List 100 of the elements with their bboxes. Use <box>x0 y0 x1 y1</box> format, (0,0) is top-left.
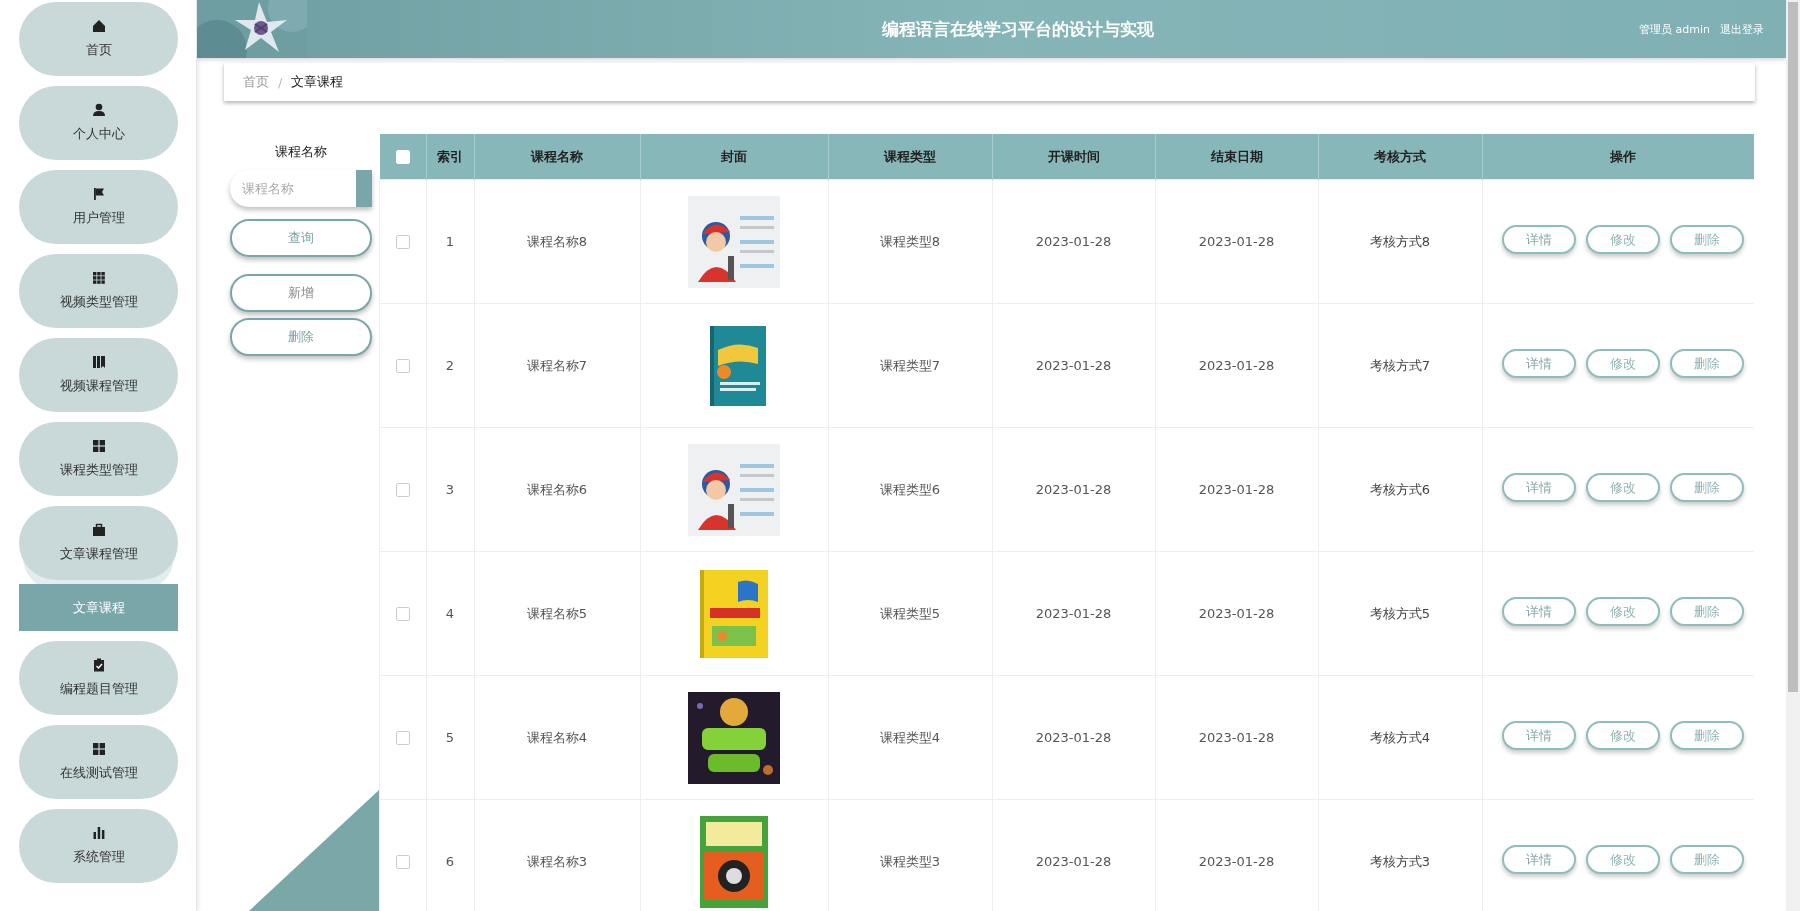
sidebar-item-label: 视频课程管理 <box>59 377 138 395</box>
grid-icon <box>91 439 106 453</box>
sidebar-item[interactable]: 视频课程管理 <box>19 338 178 412</box>
sidebar-item-label: 用户管理 <box>72 209 125 227</box>
user-icon <box>91 103 106 117</box>
grid-icon <box>91 742 106 756</box>
column-header: 操作 <box>1482 134 1754 180</box>
user-name: 管理员 admin <box>1639 21 1710 37</box>
table-cell: 2023-01-28 <box>1155 675 1318 800</box>
sidebar-item-label: 课程类型管理 <box>59 461 138 479</box>
sidebar-item-label: 视频类型管理 <box>59 293 138 311</box>
table-cell: 考核方式4 <box>1318 675 1482 800</box>
sidebar-item[interactable]: 编程题目管理 <box>19 641 178 715</box>
table-cell: 2 <box>426 303 474 428</box>
flag-icon <box>91 187 106 201</box>
sidebar-item-label: 个人中心 <box>72 125 125 143</box>
table-cell: 2023-01-28 <box>992 179 1155 304</box>
column-header: 封面 <box>640 134 828 180</box>
table-cell: 2023-01-28 <box>1155 427 1318 552</box>
checkbox[interactable] <box>395 359 410 374</box>
table-cell: 2023-01-28 <box>992 427 1155 552</box>
table-cell: 课程名称6 <box>474 427 640 552</box>
scrollbar[interactable] <box>1786 0 1800 911</box>
table-cell: 课程名称8 <box>474 179 640 304</box>
sidebar-item[interactable]: 视频类型管理 <box>19 254 178 328</box>
checkbox[interactable] <box>395 855 410 870</box>
table-cell: 课程类型6 <box>828 427 992 552</box>
table-cell: 1 <box>426 179 474 304</box>
table-cell: 课程类型4 <box>828 675 992 800</box>
sidebar-item[interactable]: 系统管理 <box>19 809 178 883</box>
sidebar-item-label: 首页 <box>85 41 112 59</box>
table-cell: 考核方式5 <box>1318 551 1482 676</box>
details-button[interactable]: 详情 <box>1501 597 1576 626</box>
details-button[interactable]: 详情 <box>1501 349 1576 378</box>
checkbox[interactable] <box>395 731 410 746</box>
app-title: 编程语言在线学习平台的设计与实现 <box>881 17 1155 41</box>
table-cell: 5 <box>426 675 474 800</box>
table-cell: 2023-01-28 <box>992 551 1155 676</box>
clipboard-check-icon <box>91 658 106 672</box>
column-header: 考核方式 <box>1318 134 1482 180</box>
checkbox[interactable] <box>395 235 410 250</box>
details-button[interactable]: 详情 <box>1501 721 1576 750</box>
breadcrumb-item[interactable]: 首页 <box>243 73 269 91</box>
home-icon <box>91 19 106 33</box>
table-cell: 课程名称7 <box>474 303 640 428</box>
grid-icon <box>91 271 106 285</box>
search-button[interactable]: 查询 <box>230 219 372 257</box>
column-header: 索引 <box>426 134 474 180</box>
briefcase-icon <box>91 523 106 537</box>
edit-button[interactable]: 修改 <box>1585 845 1660 874</box>
sidebar-item-label: 文章课程管理 <box>59 545 138 563</box>
delete-button[interactable]: 删除 <box>1669 225 1744 254</box>
delete-button[interactable]: 删除 <box>1669 349 1744 378</box>
checkbox[interactable] <box>395 607 410 622</box>
table-cell: 课程类型5 <box>828 551 992 676</box>
sidebar-subitem[interactable]: 文章课程 <box>19 584 178 631</box>
table-cell: 考核方式7 <box>1318 303 1482 428</box>
table-cell: 2023-01-28 <box>992 675 1155 800</box>
table-cell: 课程类型7 <box>828 303 992 428</box>
sidebar-item[interactable]: 个人中心 <box>19 86 178 160</box>
edit-button[interactable]: 修改 <box>1585 597 1660 626</box>
details-button[interactable]: 详情 <box>1501 845 1576 874</box>
breadcrumb-item: 文章课程 <box>291 73 344 91</box>
field-label: 课程名称 <box>274 143 328 161</box>
sidebar-item-label: 编程题目管理 <box>59 680 138 698</box>
details-button[interactable]: 详情 <box>1501 225 1576 254</box>
table-cell: 2023-01-28 <box>1155 303 1318 428</box>
sidebar-item-label: 在线测试管理 <box>59 764 138 782</box>
table-cell: 3 <box>426 427 474 552</box>
search-field[interactable]: 课程名称 <box>230 170 372 207</box>
edit-button[interactable]: 修改 <box>1585 473 1660 502</box>
delete-button[interactable]: 删除 <box>1669 597 1744 626</box>
bar-chart-icon <box>91 826 106 840</box>
edit-button[interactable]: 修改 <box>1585 721 1660 750</box>
column-header: 结束日期 <box>1155 134 1318 180</box>
checkbox[interactable] <box>395 483 410 498</box>
edit-button[interactable]: 修改 <box>1585 225 1660 254</box>
sidebar-item[interactable]: 课程类型管理 <box>19 422 178 496</box>
delete-button[interactable]: 删除 <box>1669 721 1744 750</box>
delete-button[interactable]: 删除 <box>230 318 372 356</box>
table-cell: 课程名称5 <box>474 551 640 676</box>
details-button[interactable]: 详情 <box>1501 473 1576 502</box>
table-cell: 4 <box>426 551 474 676</box>
sidebar-item[interactable]: 用户管理 <box>19 170 178 244</box>
breadcrumb-separator: / <box>278 74 283 90</box>
edit-button[interactable]: 修改 <box>1585 349 1660 378</box>
book-icon <box>91 355 106 369</box>
delete-button[interactable]: 删除 <box>1669 845 1744 874</box>
table-cell: 2023-01-28 <box>992 303 1155 428</box>
table-cell: 2023-01-28 <box>1155 179 1318 304</box>
sidebar-item[interactable]: 首页 <box>19 2 178 76</box>
logout-link[interactable]: 退出登录 <box>1720 21 1764 37</box>
column-header: 开课时间 <box>992 134 1155 180</box>
delete-button[interactable]: 删除 <box>1669 473 1744 502</box>
sidebar-item[interactable]: 在线测试管理 <box>19 725 178 799</box>
column-header: 课程类型 <box>828 134 992 180</box>
sidebar-item-label: 系统管理 <box>72 848 125 866</box>
table-cell: 考核方式6 <box>1318 427 1482 552</box>
table-cell: 考核方式8 <box>1318 179 1482 304</box>
add-button[interactable]: 新增 <box>230 274 372 312</box>
